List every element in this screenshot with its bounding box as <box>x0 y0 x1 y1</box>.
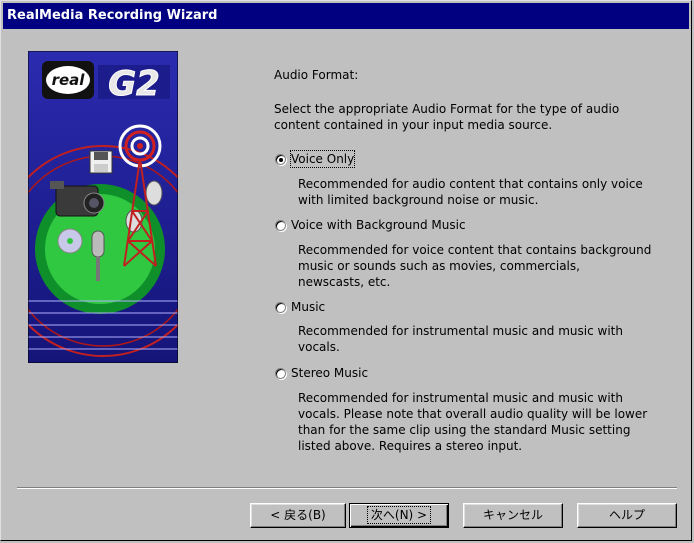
radio-stereo-music-label[interactable]: Stereo Music <box>291 365 368 381</box>
stereo-music-desc-line-2: vocals. Please note that overall audio q… <box>298 407 648 421</box>
radio-voice-with-background-music[interactable] <box>275 220 286 231</box>
stereo-music-desc-line-1: Recommended for instrumental music and m… <box>298 391 623 405</box>
real-logo: real <box>42 61 94 99</box>
button-separator <box>17 487 677 489</box>
next-button[interactable]: 次へ(N) > <box>349 503 449 528</box>
next-button-label: 次へ(N) > <box>366 506 432 524</box>
radio-voice-only[interactable] <box>275 154 286 165</box>
window-title: RealMedia Recording Wizard <box>3 3 689 29</box>
section-heading: Audio Format: <box>274 68 359 82</box>
floppy-disk-icon <box>89 150 113 174</box>
stereo-music-desc-line-3: than for the same clip using the standar… <box>298 423 631 437</box>
cd-icon <box>57 228 83 254</box>
g2-logo-text: G2 <box>108 64 160 104</box>
wizard-banner-image: real G2 <box>28 51 178 363</box>
stereo-music-desc-line-4: listed above. Requires a stereo input. <box>298 439 523 453</box>
g2-logo: G2 <box>98 64 170 105</box>
back-button-label: < 戻る(B) <box>270 508 326 522</box>
radio-stereo-music[interactable] <box>275 368 286 379</box>
music-desc-line-2: vocals. <box>298 340 340 354</box>
radio-voice-only-label[interactable]: Voice Only <box>289 150 356 168</box>
voice-bg-music-desc-line-2: music or sounds such as movies, commerci… <box>298 259 580 273</box>
radio-music[interactable] <box>275 302 286 313</box>
voice-bg-music-desc-line-1: Recommended for voice content that conta… <box>298 243 652 257</box>
help-button-label: ヘルプ <box>608 508 645 522</box>
back-button[interactable]: < 戻る(B) <box>250 503 346 528</box>
radio-voice-with-background-music-label[interactable]: Voice with Background Music <box>291 217 466 233</box>
music-desc-line-1: Recommended for instrumental music and m… <box>298 324 623 338</box>
wizard-window: RealMedia Recording Wizard real G2 Audio… <box>0 0 692 541</box>
intro-text-line-2: content contained in your input media so… <box>274 118 553 132</box>
intro-text-line-1: Select the appropriate Audio Format for … <box>274 102 620 116</box>
camcorder-icon <box>50 181 105 217</box>
voice-only-desc-line-2: with limited background noise or music. <box>298 193 539 207</box>
help-button[interactable]: ヘルプ <box>577 503 677 528</box>
real-logo-text: real <box>52 71 86 89</box>
cancel-button-label: キャンセル <box>482 508 543 522</box>
radio-music-label[interactable]: Music <box>291 299 325 315</box>
voice-only-desc-line-1: Recommended for audio content that conta… <box>298 177 643 191</box>
voice-bg-music-desc-line-3: newscasts, etc. <box>298 275 391 289</box>
cancel-button[interactable]: キャンセル <box>463 503 563 528</box>
